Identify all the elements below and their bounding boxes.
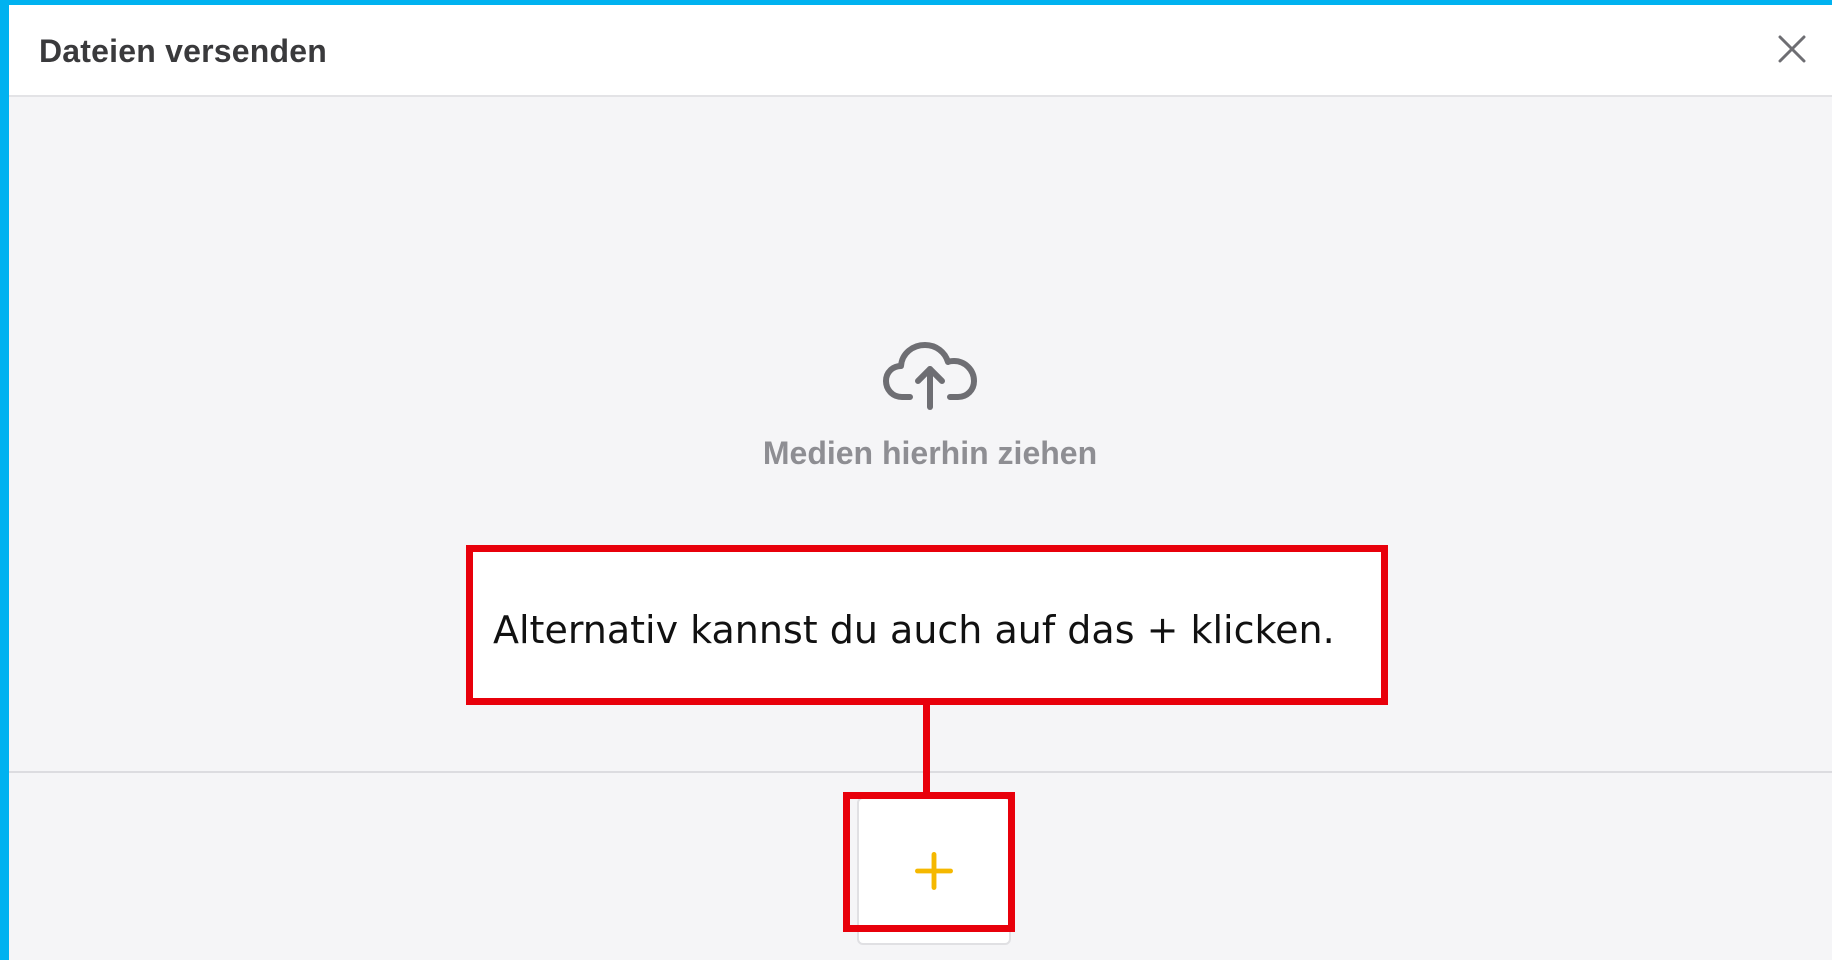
cloud-upload-icon: [883, 342, 977, 410]
footer-divider: [9, 771, 1832, 773]
drop-zone-hint: Medien hierhin ziehen: [762, 435, 1098, 471]
callout-text: Alternativ kannst du auch auf das + klic…: [493, 608, 1335, 652]
add-button-highlight: [843, 792, 1015, 932]
dialog-title: Dateien versenden: [39, 33, 327, 69]
dialog-header: Dateien versenden: [9, 5, 1832, 97]
close-button[interactable]: [1770, 27, 1814, 71]
close-icon: [1778, 35, 1806, 63]
callout-connector: [923, 703, 930, 795]
tutorial-callout: Alternativ kannst du auch auf das + klic…: [466, 545, 1388, 705]
